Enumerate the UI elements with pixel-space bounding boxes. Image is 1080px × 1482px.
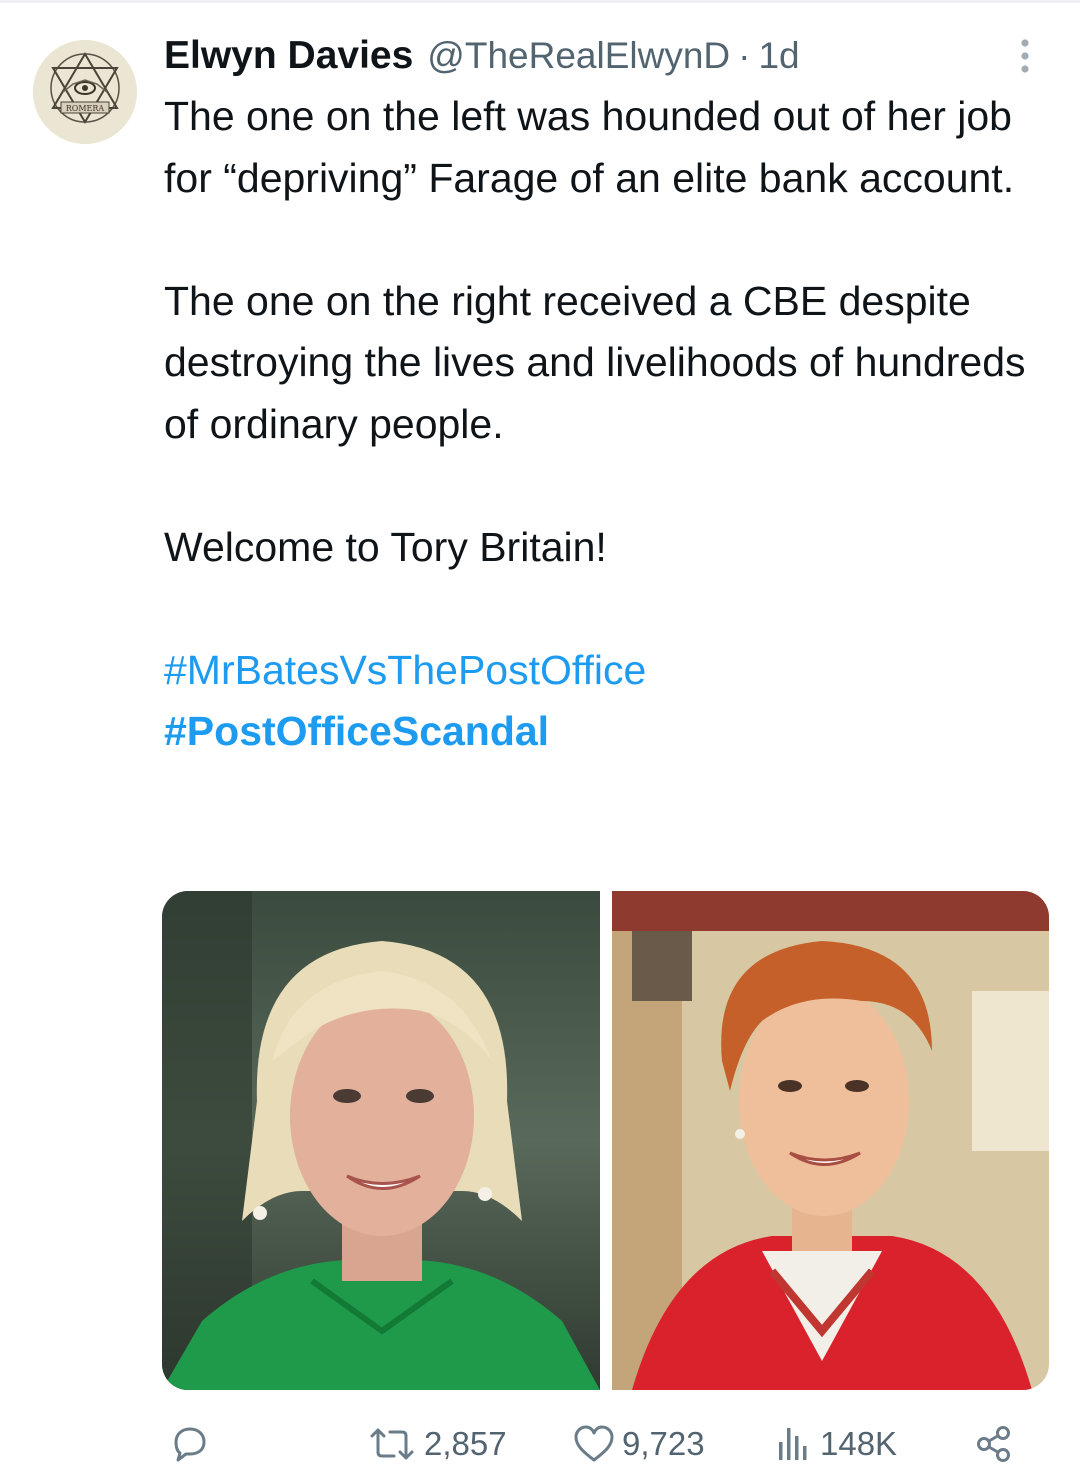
hashtag-link[interactable]: #PostOfficeScandal xyxy=(164,701,1044,763)
tweet-actions: 2,857 9,723 148K xyxy=(0,1410,1080,1478)
views-button[interactable]: 148K xyxy=(774,1424,897,1464)
tweet-header: Elwyn Davies @TheRealElwynD · 1d xyxy=(164,34,800,82)
top-divider xyxy=(0,0,1080,3)
retweet-count: 2,857 xyxy=(424,1425,507,1462)
tweet-body: The one on the left was hounded out of h… xyxy=(164,86,1044,763)
tweet-paragraph: The one on the right received a CBE desp… xyxy=(164,277,1026,447)
header-separator: · xyxy=(738,35,751,76)
author-name[interactable]: Elwyn Davies xyxy=(164,34,413,78)
tweet-paragraph: Welcome to Tory Britain! xyxy=(164,523,607,570)
author-handle[interactable]: @TheRealElwynD xyxy=(427,35,730,77)
retweet-button[interactable]: 2,857 xyxy=(366,1424,507,1464)
like-button[interactable]: 9,723 xyxy=(572,1424,705,1464)
hashtag-link[interactable]: #MrBatesVsThePostOffice xyxy=(164,640,1044,702)
like-count: 9,723 xyxy=(622,1425,705,1462)
tweet-media xyxy=(162,891,1049,1390)
more-options-icon[interactable] xyxy=(1012,36,1038,76)
tweet-paragraph: The one on the left was hounded out of h… xyxy=(164,93,1015,201)
media-photo-right[interactable] xyxy=(612,891,1049,1390)
media-photo-left[interactable] xyxy=(162,891,600,1390)
reply-icon xyxy=(174,1427,206,1462)
avatar-text: ROMERA xyxy=(66,104,105,113)
bar-chart-icon xyxy=(779,1428,807,1460)
avatar[interactable]: ROMERA xyxy=(33,40,137,144)
retweet-icon xyxy=(370,1428,414,1460)
tweet-timestamp[interactable]: 1d xyxy=(758,35,799,77)
share-button[interactable] xyxy=(974,1424,1014,1464)
share-icon xyxy=(977,1426,1010,1462)
reply-button[interactable] xyxy=(168,1424,210,1464)
avatar-emblem-icon: ROMERA xyxy=(33,40,137,144)
views-count: 148K xyxy=(820,1425,898,1462)
heart-icon xyxy=(574,1425,614,1462)
